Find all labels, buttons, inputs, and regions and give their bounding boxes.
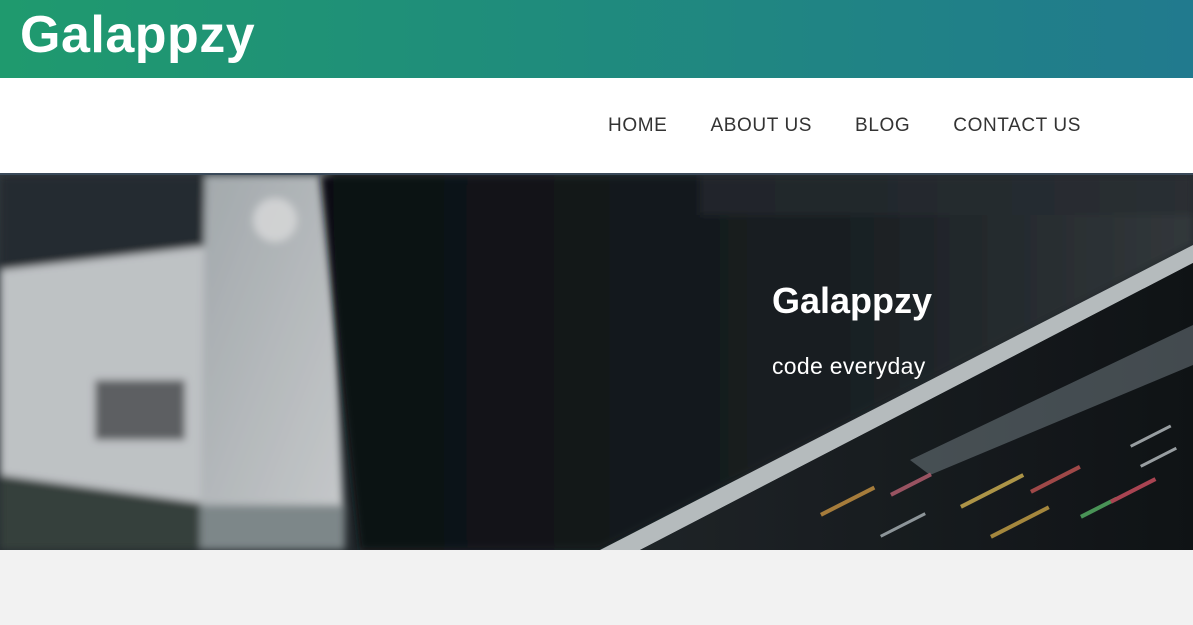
- hero-banner: Galappzy code everyday: [0, 175, 1193, 550]
- nav-item-about-us[interactable]: ABOUT US: [710, 115, 812, 137]
- hero-title: Galappzy: [772, 280, 933, 321]
- hero-subtitle: code everyday: [772, 353, 926, 379]
- nav-item-home[interactable]: HOME: [608, 115, 667, 137]
- navigation-bar: HOME ABOUT US BLOG CONTACT US: [0, 78, 1193, 175]
- hero-background-image: [0, 175, 1193, 550]
- page-content-area: [0, 550, 1193, 625]
- nav-item-contact-us[interactable]: CONTACT US: [953, 115, 1081, 137]
- site-logo-link[interactable]: Galappzy: [20, 4, 255, 66]
- main-nav: HOME ABOUT US BLOG CONTACT US: [608, 78, 1081, 173]
- nav-item-blog[interactable]: BLOG: [855, 115, 910, 137]
- top-header-bar: Galappzy: [0, 0, 1193, 78]
